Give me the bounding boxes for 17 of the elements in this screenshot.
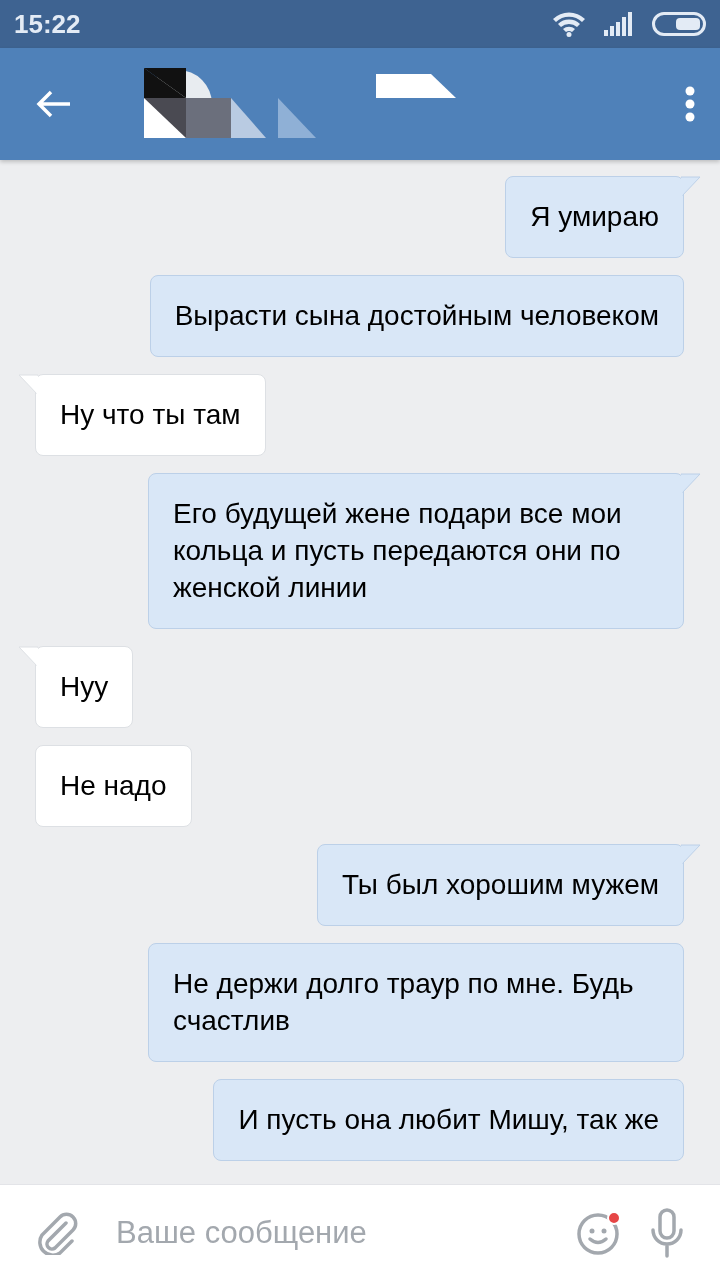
more-icon	[684, 86, 696, 122]
signal-icon	[604, 12, 634, 36]
microphone-icon	[650, 1207, 684, 1258]
battery-icon	[652, 12, 706, 36]
back-button[interactable]	[36, 89, 72, 119]
attach-button[interactable]	[36, 1210, 78, 1255]
message-bubble: Вырасти сына достойным человеком	[149, 275, 684, 357]
paperclip-icon	[36, 1210, 78, 1255]
microphone-button[interactable]	[650, 1207, 684, 1258]
message-bubble: Не надо	[35, 745, 192, 827]
status-time: 15:22	[14, 8, 82, 40]
more-button[interactable]	[684, 86, 696, 122]
message-bubble: И пусть она любит Мишу, так же	[213, 1079, 684, 1161]
back-arrow-icon	[36, 89, 72, 119]
message-input[interactable]: Ваше сообщение	[106, 1214, 548, 1251]
message-bubble: Не держи долго траур по мне. Будь счастлив	[148, 943, 684, 1062]
wifi-icon	[552, 11, 586, 37]
